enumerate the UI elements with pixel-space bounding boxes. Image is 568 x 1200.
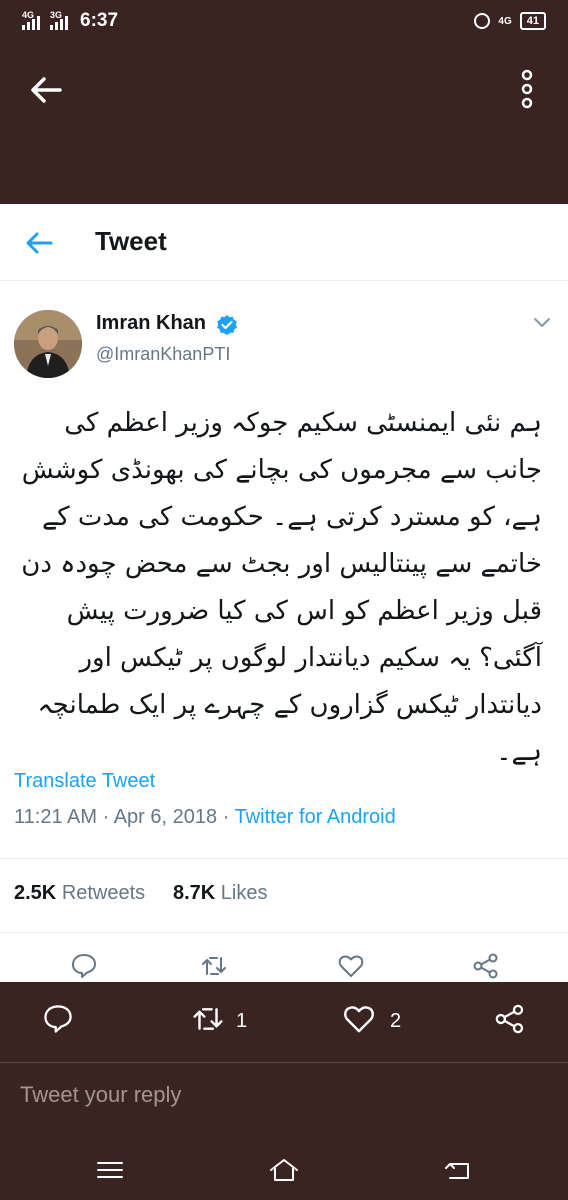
signal-icon: 3G (50, 10, 72, 30)
divider (0, 932, 568, 933)
likes-count: 8.7K (172, 882, 216, 904)
avatar[interactable] (14, 310, 82, 378)
retweet-icon[interactable] (190, 1002, 226, 1036)
status-bar: 4G 3G 6:37 4G 41 (0, 0, 568, 44)
author-name[interactable]: Imran Khan (96, 312, 206, 335)
app-bar (0, 44, 568, 204)
back-icon[interactable] (442, 1156, 474, 1184)
like-count: 2 (390, 1010, 402, 1032)
tweet-stats: 2.5K Retweets 8.7K Likes (14, 882, 268, 905)
retweets-stat[interactable]: 2.5K Retweets (14, 882, 145, 904)
divider (0, 858, 568, 859)
tweet-source-link[interactable]: Twitter for Android (235, 806, 396, 828)
tweet-header: Tweet (0, 204, 568, 281)
likes-stat[interactable]: 8.7K Likes (173, 882, 268, 904)
tweet-meta: 11:21 AM · Apr 6, 2018 · Twitter for And… (14, 806, 396, 828)
alarm-icon (474, 13, 491, 29)
signal-icon: 4G (22, 10, 44, 30)
divider (0, 1062, 568, 1063)
tweet-card: Tweet Imran Khan @ImranKhanPTI ہم نئی ای… (0, 204, 568, 982)
retweet-icon[interactable] (200, 952, 228, 980)
retweet-count: 1 (236, 1010, 248, 1032)
share-icon[interactable] (472, 952, 500, 980)
translate-tweet-link[interactable]: Translate Tweet (14, 770, 155, 793)
likes-label: Likes (220, 882, 268, 904)
like-icon[interactable] (342, 1002, 376, 1036)
tweet-text: ہم نئی ایمنسٹی سکیم جوکہ وزیر اعظم کی جا… (21, 408, 542, 767)
tweet-date: Apr 6, 2018 (113, 806, 218, 828)
chevron-down-icon[interactable] (532, 316, 552, 330)
author-handle[interactable]: @ImranKhanPTI (96, 344, 230, 365)
battery-icon: 41 (519, 12, 546, 30)
clock: 6:37 (80, 10, 119, 31)
network-type-label: 4G (498, 15, 512, 27)
bottom-action-bar: 1 2 (0, 982, 568, 1062)
retweets-count: 2.5K (14, 882, 57, 904)
tweet-time: 11:21 AM (14, 806, 98, 828)
reply-input[interactable]: Tweet your reply (20, 1082, 181, 1108)
reply-icon[interactable] (70, 952, 98, 980)
page-title: Tweet (95, 226, 167, 256)
back-arrow-icon[interactable] (24, 228, 54, 258)
like-icon[interactable] (337, 952, 365, 980)
retweets-label: Retweets (61, 882, 146, 904)
more-options-icon[interactable] (518, 69, 536, 109)
system-nav-bar (0, 1140, 568, 1200)
reply-bar[interactable]: Tweet your reply (0, 1062, 568, 1140)
share-icon[interactable] (494, 1002, 526, 1036)
home-icon[interactable] (268, 1156, 300, 1184)
menu-icon[interactable] (94, 1156, 126, 1184)
reply-icon[interactable] (42, 1002, 74, 1036)
back-arrow-icon[interactable] (28, 72, 64, 108)
verified-badge-icon (217, 315, 237, 335)
